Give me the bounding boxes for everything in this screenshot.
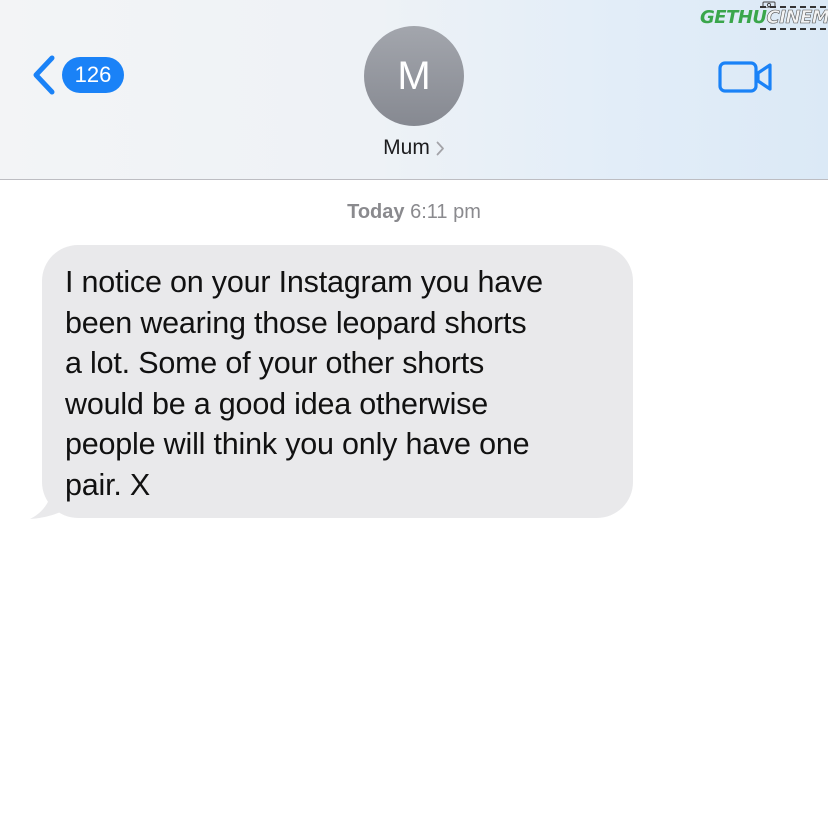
watermark-logo: GETHUCINEMA bbox=[700, 0, 828, 30]
message-bubble: I notice on your Instagram you have been… bbox=[42, 245, 633, 518]
contact-name: Mum bbox=[383, 136, 430, 159]
watermark-part-1: GETHU bbox=[700, 6, 767, 28]
unread-count-badge: 126 bbox=[62, 57, 124, 93]
chevron-left-icon bbox=[33, 55, 55, 95]
chevron-right-icon bbox=[436, 141, 444, 155]
conversation-header: 126 M Mum GETHUCINEMA bbox=[0, 0, 828, 180]
back-button[interactable]: 126 bbox=[30, 54, 124, 96]
timestamp-day: Today bbox=[347, 201, 405, 223]
contact-info-button[interactable]: Mum bbox=[0, 136, 828, 160]
watermark-part-2: CINEMA bbox=[766, 6, 828, 28]
message-timestamp: Today 6:11 pm bbox=[0, 201, 828, 224]
messages-screen: 126 M Mum GETHUCINEMA Today 6:11 pm bbox=[0, 0, 828, 828]
watermark-text: GETHUCINEMA bbox=[700, 6, 828, 28]
video-camera-icon[interactable] bbox=[718, 60, 774, 94]
timestamp-time: 6:11 pm bbox=[404, 201, 481, 223]
incoming-message[interactable]: I notice on your Instagram you have been… bbox=[28, 245, 634, 521]
avatar[interactable]: M bbox=[364, 26, 464, 126]
